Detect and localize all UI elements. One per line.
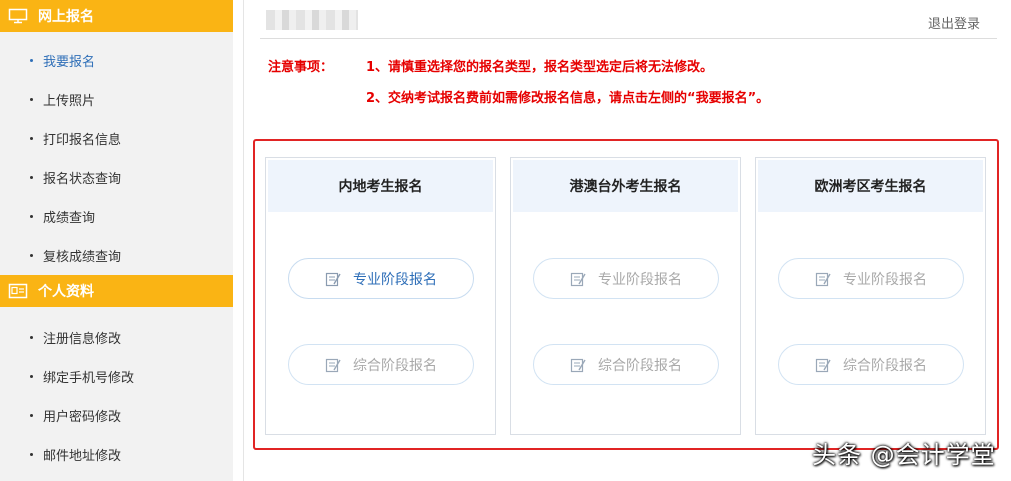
comprehensive-stage-button[interactable]: 综合阶段报名 [778, 344, 964, 385]
professional-stage-button[interactable]: 专业阶段报名 [778, 258, 964, 299]
sidebar-item-label: 用户密码修改 [43, 410, 122, 425]
sidebar-divider [243, 0, 244, 481]
button-label: 综合阶段报名 [843, 357, 927, 374]
sidebar-item-label: 注册信息修改 [43, 332, 122, 347]
comprehensive-stage-button[interactable]: 综合阶段报名 [533, 344, 719, 385]
professional-stage-button[interactable]: 专业阶段报名 [533, 258, 719, 299]
bullet-icon [30, 137, 33, 140]
logout-link[interactable]: 退出登录 [928, 13, 980, 32]
section-title: 个人资料 [38, 284, 94, 300]
notice-item: 1、请慎重选择您的报名类型，报名类型选定后将无法修改。 [366, 60, 714, 75]
bullet-icon [30, 98, 33, 101]
bullet-icon [30, 453, 33, 456]
sidebar-item-edit-password[interactable]: 用户密码修改 [0, 396, 233, 435]
sidebar-item-edit-phone[interactable]: 绑定手机号修改 [0, 357, 233, 396]
sidebar-item-edit-registration[interactable]: 注册信息修改 [0, 318, 233, 357]
card-title: 内地考生报名 [268, 160, 493, 212]
bullet-icon [30, 375, 33, 378]
card-mainland: 内地考生报名 专业阶段报名 综合阶段报名 [265, 157, 496, 435]
sidebar-item-score-query[interactable]: 成绩查询 [0, 197, 233, 236]
form-edit-icon [325, 357, 341, 373]
card-hk-macau-taiwan-overseas: 港澳台外考生报名 专业阶段报名 综合阶段报名 [510, 157, 741, 435]
sidebar-item-upload-photo[interactable]: 上传照片 [0, 80, 233, 119]
sidebar-item-label: 报名状态查询 [43, 172, 122, 187]
comprehensive-stage-button[interactable]: 综合阶段报名 [288, 344, 474, 385]
bullet-icon [30, 254, 33, 257]
sidebar-item-review-query[interactable]: 复核成绩查询 [0, 236, 233, 275]
sidebar-item-label: 邮件地址修改 [43, 449, 122, 464]
section-header-online-registration: 网上报名 [0, 0, 233, 32]
form-edit-icon [570, 271, 586, 287]
sidebar-item-status-query[interactable]: 报名状态查询 [0, 158, 233, 197]
card-title: 港澳台外考生报名 [513, 160, 738, 212]
button-label: 专业阶段报名 [353, 271, 437, 288]
sidebar-item-label: 我要报名 [43, 55, 96, 70]
button-label: 综合阶段报名 [353, 357, 437, 374]
form-edit-icon [325, 271, 341, 287]
sidebar-item-label: 成绩查询 [43, 211, 96, 226]
header-divider [260, 38, 997, 39]
bullet-icon [30, 215, 33, 218]
id-card-icon [8, 283, 28, 299]
sidebar-item-label: 复核成绩查询 [43, 250, 122, 265]
button-label: 专业阶段报名 [598, 271, 682, 288]
watermark: 头条 @会计学堂 [812, 441, 996, 469]
sidebar-item-edit-email[interactable]: 邮件地址修改 [0, 435, 233, 474]
section-title: 网上报名 [38, 9, 94, 25]
menu-online-registration: 我要报名 上传照片 打印报名信息 报名状态查询 成绩查询 复核成绩查询 [0, 32, 233, 275]
sidebar-item-label: 上传照片 [43, 94, 96, 109]
button-label: 专业阶段报名 [843, 271, 927, 288]
card-europe: 欧洲考区考生报名 专业阶段报名 综合阶段报名 [755, 157, 986, 435]
sidebar-item-label: 绑定手机号修改 [43, 371, 135, 386]
form-edit-icon [570, 357, 586, 373]
sidebar-item-label: 打印报名信息 [43, 133, 122, 148]
menu-personal-info: 注册信息修改 绑定手机号修改 用户密码修改 邮件地址修改 [0, 307, 233, 474]
sidebar: 网上报名 我要报名 上传照片 打印报名信息 报名状态查询 成绩查询 复核成绩查询… [0, 0, 233, 481]
sidebar-item-register[interactable]: 我要报名 [0, 41, 233, 80]
bullet-icon [30, 414, 33, 417]
card-title: 欧洲考区考生报名 [758, 160, 983, 212]
button-label: 综合阶段报名 [598, 357, 682, 374]
form-edit-icon [815, 271, 831, 287]
username-blurred [266, 10, 358, 30]
section-header-personal-info: 个人资料 [0, 275, 233, 307]
bullet-icon [30, 336, 33, 339]
form-edit-icon [815, 357, 831, 373]
professional-stage-button[interactable]: 专业阶段报名 [288, 258, 474, 299]
notice-label: 注意事项： [268, 60, 334, 75]
sidebar-item-print-info[interactable]: 打印报名信息 [0, 119, 233, 158]
notice-item: 2、交纳考试报名费前如需修改报名信息，请点击左侧的“我要报名”。 [366, 91, 770, 106]
bullet-icon [30, 176, 33, 179]
bullet-icon [30, 59, 33, 62]
monitor-icon [8, 8, 28, 24]
